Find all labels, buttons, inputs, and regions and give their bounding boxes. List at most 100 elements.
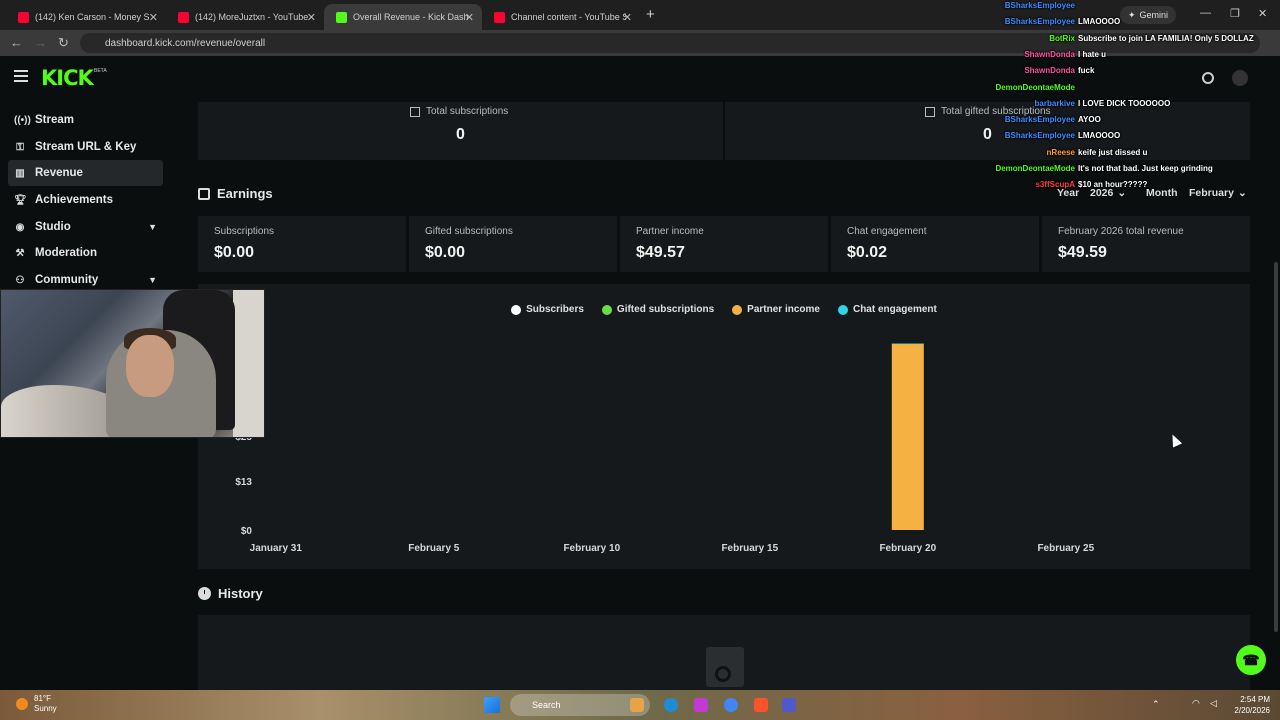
sidebar-item-studio[interactable]: ◉ Studio ▼ xyxy=(8,214,163,240)
close-icon[interactable]: ✕ xyxy=(149,11,158,24)
chat-username[interactable]: ShawnDonda xyxy=(875,50,1075,59)
chat-text: It's not that bad. Just keep grinding xyxy=(1078,164,1213,173)
chat-username[interactable]: nReese xyxy=(875,148,1075,157)
tab-label: (142) Ken Carson - Money Spre xyxy=(35,12,150,22)
sidebar-item-label: Moderation xyxy=(35,247,97,259)
history-title: History xyxy=(218,586,263,601)
chat-username[interactable]: DemonDeontaeMode xyxy=(875,164,1075,173)
chat-username[interactable]: ShawnDonda xyxy=(875,66,1075,75)
earnings-card-gifted: Gifted subscriptions $0.00 xyxy=(409,216,617,272)
browser-tab[interactable]: Channel content - YouTube Stu ✕ xyxy=(482,4,640,30)
chat-username[interactable]: BSharksEmployee xyxy=(875,17,1075,26)
chat-username[interactable]: DemonDeontaeMode xyxy=(875,83,1075,92)
close-icon[interactable]: ✕ xyxy=(623,11,632,24)
chat-username[interactable]: BSharksEmployee xyxy=(875,131,1075,140)
edge-icon[interactable] xyxy=(664,698,678,712)
chat-text: keife just dissed u xyxy=(1078,147,1148,157)
chat-username[interactable]: s3ffScupA xyxy=(875,180,1075,189)
youtube-icon xyxy=(494,11,505,23)
kick-logo[interactable]: KICK xyxy=(41,66,94,90)
card-value: $49.59 xyxy=(1058,244,1107,261)
y-tick-label: $0 xyxy=(241,526,253,537)
chat-username[interactable]: barbarkive xyxy=(875,99,1075,108)
browser-tab[interactable]: (142) MoreJuztxn - YouTube ✕ xyxy=(166,4,324,30)
webcam-person xyxy=(126,335,174,397)
close-icon[interactable]: ✕ xyxy=(465,11,474,24)
app-icon[interactable] xyxy=(630,698,644,712)
sidebar-item-achievements[interactable]: 🏆︎ Achievements xyxy=(8,187,163,213)
stream-chat-overlay: BSharksEmployee BSharksEmployee LMAOOOO Bot… xyxy=(975,0,1255,192)
close-window-button[interactable]: ✕ xyxy=(1258,7,1267,20)
hammer-icon: ⚒ xyxy=(15,247,25,259)
teams-icon[interactable] xyxy=(782,698,796,712)
copilot-icon[interactable] xyxy=(694,698,708,712)
chat-username[interactable]: BSharksEmployee xyxy=(875,115,1075,124)
webcam-overlay xyxy=(0,289,265,438)
browser-tab[interactable]: (142) Ken Carson - Money Spre ✕ xyxy=(6,4,166,30)
help-chat-button[interactable]: ☎ xyxy=(1236,645,1266,675)
new-tab-button[interactable]: + xyxy=(646,6,655,23)
people-icon: ⚇ xyxy=(15,274,25,286)
browser-tab-active[interactable]: Overall Revenue - Kick Dashbo ✕ xyxy=(324,4,482,30)
history-panel xyxy=(198,615,1250,690)
headset-icon: ☎ xyxy=(1242,651,1260,668)
chat-text: fuck xyxy=(1078,66,1095,76)
chevron-up-icon[interactable]: ⌃ xyxy=(1152,699,1160,710)
system-clock[interactable]: 2:54 PM 2/20/2026 xyxy=(1234,694,1270,716)
x-tick-label: January 31 xyxy=(250,543,303,554)
back-arrow-icon[interactable]: ← xyxy=(10,35,23,50)
taskbar-search[interactable]: Search xyxy=(510,694,650,716)
scrollbar-thumb[interactable] xyxy=(1274,262,1278,632)
chart-bar[interactable] xyxy=(891,343,924,345)
stat-label: Total subscriptions xyxy=(426,106,509,117)
sidebar-item-label: Stream URL & Key xyxy=(35,141,137,153)
sidebar-item-label: Stream xyxy=(35,114,74,126)
earnings-chart: Subscribers Gifted subscriptions Partner… xyxy=(198,284,1250,569)
wifi-icon[interactable]: ◠ xyxy=(1192,698,1200,709)
volume-icon[interactable]: ◁ xyxy=(1210,698,1217,709)
webcam-background xyxy=(233,290,264,437)
url-text: dashboard.kick.com/revenue/overall xyxy=(105,37,266,49)
reload-icon[interactable]: ↻ xyxy=(58,35,69,51)
chrome-icon[interactable] xyxy=(724,698,738,712)
chart-icon: ▥ xyxy=(15,167,25,179)
forward-arrow-icon[interactable]: → xyxy=(34,35,47,50)
weather-widget[interactable]: 81°F Sunny xyxy=(16,694,57,714)
chat-username[interactable]: BotRix xyxy=(875,34,1075,43)
card-value: $0.00 xyxy=(214,244,255,261)
trophy-icon: 🏆︎ xyxy=(14,194,27,206)
sidebar-item-revenue[interactable]: ▥ Revenue xyxy=(8,160,163,186)
sidebar-item-stream-url-key[interactable]: ⚿ Stream URL & Key xyxy=(8,134,163,160)
sidebar-item-label: Achievements xyxy=(35,194,113,206)
windows-start-icon[interactable] xyxy=(484,697,500,713)
sidebar-item-stream[interactable]: ((•)) Stream xyxy=(8,107,163,133)
sidebar-item-moderation[interactable]: ⚒ Moderation xyxy=(8,240,163,266)
hamburger-menu-icon[interactable] xyxy=(14,70,28,82)
brave-icon[interactable] xyxy=(754,698,768,712)
x-tick-label: February 25 xyxy=(1037,543,1094,554)
clock-time: 2:54 PM xyxy=(1240,695,1270,704)
page-scrollbar[interactable] xyxy=(1272,102,1280,690)
search-label: Search xyxy=(532,700,561,710)
key-icon: ⚿ xyxy=(16,141,24,153)
clock-date: 2/20/2026 xyxy=(1234,706,1270,715)
close-icon[interactable]: ✕ xyxy=(307,11,316,24)
earnings-card-total-revenue: February 2026 total revenue $49.59 xyxy=(1042,216,1250,272)
chat-username[interactable]: BSharksEmployee xyxy=(875,1,1075,10)
earnings-card-chat-engagement: Chat engagement $0.02 xyxy=(831,216,1039,272)
chat-text: I LOVE DICK TOOOOOO xyxy=(1078,98,1171,108)
sidebar-item-label: Studio xyxy=(35,221,71,233)
history-heading: History xyxy=(198,586,263,601)
card-label: February 2026 total revenue xyxy=(1058,226,1184,237)
beta-badge: BETA xyxy=(94,68,107,74)
chat-text: LMAOOOO xyxy=(1078,17,1121,27)
earnings-card-partner-income: Partner income $49.57 xyxy=(620,216,828,272)
chart-icon xyxy=(410,106,420,117)
total-subscriptions-card: Total subscriptions 0 xyxy=(198,102,723,160)
earnings-heading: Earnings xyxy=(198,186,273,201)
tab-label: Channel content - YouTube Stu xyxy=(511,12,626,22)
youtube-icon xyxy=(178,11,189,23)
chart-bar[interactable] xyxy=(891,343,924,530)
card-label: Partner income xyxy=(636,226,704,237)
chevron-down-icon: ▼ xyxy=(148,275,157,285)
